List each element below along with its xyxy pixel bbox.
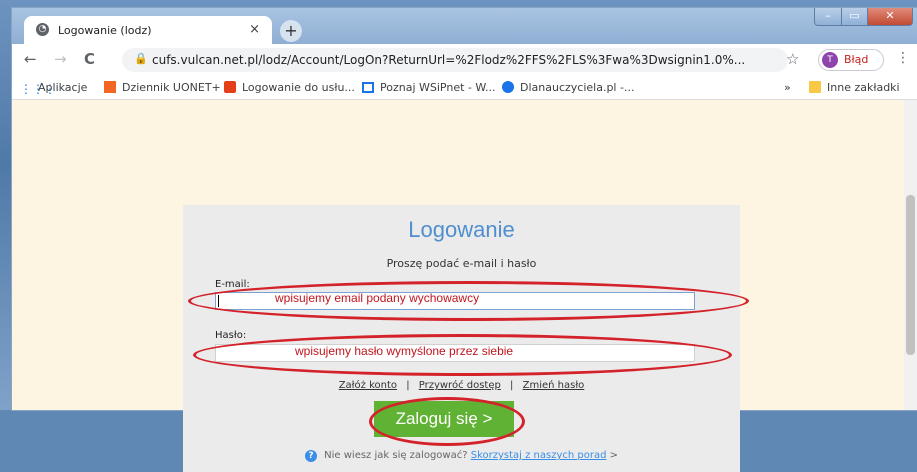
browser-window: ◔ Logowanie (lodz) × + – ▭ ✕ ← → C 🔒 cuf…: [12, 8, 917, 472]
account-links: Załóż konto | Przywróć dostęp | Zmień ha…: [183, 380, 740, 391]
browser-menu-icon[interactable]: ⋮: [896, 50, 910, 66]
register-link[interactable]: Załóż konto: [339, 380, 397, 391]
close-window-button[interactable]: ✕: [867, 8, 913, 26]
password-hint: wpisujemy hasło wymyślone przez siebie: [295, 344, 514, 358]
globe-icon: [502, 81, 514, 93]
bookmark-star-icon[interactable]: ☆: [786, 50, 799, 68]
office-icon: [224, 81, 236, 93]
email-hint: wpisujemy email podany wychowawcy: [275, 291, 480, 305]
profile-error-label: Błąd: [844, 53, 869, 66]
profile-button[interactable]: T Błąd: [818, 49, 884, 71]
title-bar: ◔ Logowanie (lodz) × + – ▭ ✕: [12, 8, 917, 44]
apps-grid-icon: ⋮⋮⋮: [20, 82, 56, 96]
login-button[interactable]: Zaloguj się >: [374, 401, 514, 437]
new-tab-button[interactable]: +: [280, 20, 302, 42]
change-password-link[interactable]: Zmień hasło: [523, 380, 585, 391]
bookmarks-more-icon[interactable]: »: [784, 81, 791, 94]
uonet-icon: [104, 81, 116, 93]
page-scrollbar[interactable]: [904, 100, 917, 410]
forward-button[interactable]: →: [54, 50, 67, 68]
bookmark-logowanie[interactable]: Logowanie do usłu...: [224, 81, 355, 94]
text-cursor: [218, 295, 219, 307]
address-bar[interactable]: 🔒 cufs.vulcan.net.pl/lodz/Account/LogOn?…: [122, 48, 788, 72]
tab-close-icon[interactable]: ×: [249, 22, 260, 37]
bookmark-other[interactable]: Inne zakładki: [809, 81, 900, 94]
avatar: T: [822, 52, 838, 68]
lock-icon: 🔒: [134, 52, 148, 65]
bookmark-uonet[interactable]: Dziennik UONET+: [104, 81, 221, 94]
bookmarks-bar: ⋮⋮⋮Aplikacje Dziennik UONET+ Logowanie d…: [12, 76, 917, 100]
login-subtitle: Proszę podać e-mail i hasło: [386, 257, 537, 270]
monitor-icon: [362, 82, 374, 93]
login-panel: Logowanie Proszę podać e-mail i hasło E-…: [183, 205, 749, 472]
bookmark-dlanauczyciela[interactable]: Dlanauczyciela.pl -...: [502, 81, 634, 94]
folder-icon: [809, 81, 821, 93]
maximize-button[interactable]: ▭: [841, 8, 868, 26]
page-title: Logowanie: [408, 217, 515, 242]
help-question: Nie wiesz jak się zalogować?: [324, 450, 468, 461]
scrollbar-thumb[interactable]: [906, 195, 915, 355]
page-content: Logowanie Proszę podać e-mail i hasło E-…: [12, 100, 904, 472]
minimize-button[interactable]: –: [814, 8, 842, 26]
tab-title: Logowanie (lodz): [58, 24, 152, 37]
help-arrow: >: [609, 450, 619, 461]
address-url: cufs.vulcan.net.pl/lodz/Account/LogOn?Re…: [152, 53, 746, 67]
site-favicon-icon: ◔: [36, 23, 49, 36]
bookmark-wsipnet[interactable]: Poznaj WSiPnet - W...: [362, 81, 495, 94]
link-separator: |: [406, 380, 410, 391]
browser-toolbar: ← → C 🔒 cufs.vulcan.net.pl/lodz/Account/…: [12, 44, 917, 76]
restore-access-link[interactable]: Przywróć dostęp: [419, 380, 501, 391]
bookmark-apps[interactable]: ⋮⋮⋮Aplikacje: [20, 81, 87, 95]
browser-tab[interactable]: ◔ Logowanie (lodz) ×: [24, 16, 272, 44]
help-line: ? Nie wiesz jak się zalogować? Skorzysta…: [183, 450, 740, 462]
reload-button[interactable]: C: [84, 50, 95, 68]
email-label: E-mail:: [215, 279, 250, 290]
back-button[interactable]: ←: [24, 50, 37, 68]
link-separator: |: [510, 380, 514, 391]
help-link[interactable]: Skorzystaj z naszych porad: [471, 450, 607, 461]
help-icon: ?: [304, 450, 317, 462]
password-label: Hasło:: [215, 330, 247, 341]
